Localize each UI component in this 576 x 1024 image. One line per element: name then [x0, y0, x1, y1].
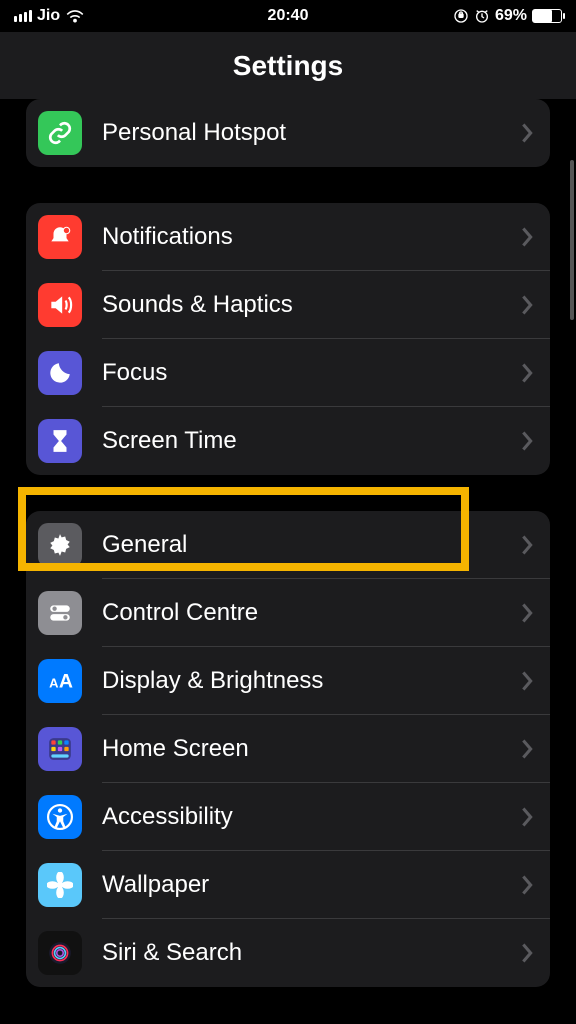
settings-row-home-screen[interactable]: Home Screen [26, 715, 550, 783]
row-label: Display & Brightness [102, 667, 520, 695]
carrier-label: Jio [37, 7, 60, 25]
bell-icon [38, 215, 82, 259]
chevron-right-icon [520, 806, 534, 828]
row-label: Accessibility [102, 803, 520, 831]
settings-row-personal-hotspot[interactable]: Personal Hotspot [26, 99, 550, 167]
battery-fill [533, 10, 552, 22]
scroll-indicator [570, 160, 574, 320]
signal-icon [14, 10, 32, 22]
grid-icon [38, 727, 82, 771]
row-label: Notifications [102, 223, 520, 251]
chevron-right-icon [520, 942, 534, 964]
gear-icon [38, 523, 82, 567]
settings-row-notifications[interactable]: Notifications [26, 203, 550, 271]
row-label: Control Centre [102, 599, 520, 627]
settings-group-general: General Control Centre AA Display & Brightn… [26, 511, 550, 987]
hourglass-icon [38, 419, 82, 463]
chevron-right-icon [520, 874, 534, 896]
link-icon [38, 111, 82, 155]
row-label: Personal Hotspot [102, 119, 520, 147]
speaker-icon [38, 283, 82, 327]
settings-row-sounds-haptics[interactable]: Sounds & Haptics [26, 271, 550, 339]
chevron-right-icon [520, 226, 534, 248]
clock: 20:40 [268, 7, 309, 25]
settings-row-control-centre[interactable]: Control Centre [26, 579, 550, 647]
row-label: Home Screen [102, 735, 520, 763]
row-label: General [102, 531, 520, 559]
row-label: Focus [102, 359, 520, 387]
chevron-right-icon [520, 430, 534, 452]
chevron-right-icon [520, 738, 534, 760]
orientation-lock-icon [453, 8, 469, 24]
battery-icon [532, 9, 562, 23]
flower-icon [38, 863, 82, 907]
chevron-right-icon [520, 670, 534, 692]
battery-pct: 69% [495, 7, 527, 25]
settings-row-screen-time[interactable]: Screen Time [26, 407, 550, 475]
chevron-right-icon [520, 294, 534, 316]
settings-group-connectivity: Personal Hotspot [26, 99, 550, 167]
settings-row-display-brightness[interactable]: AA Display & Brightness [26, 647, 550, 715]
text-size-icon: AA [38, 659, 82, 703]
settings-group-notifications: Notifications Sounds & Haptics Focus Screen… [26, 203, 550, 475]
page-header: Settings [0, 32, 576, 99]
chevron-right-icon [520, 362, 534, 384]
row-label: Wallpaper [102, 871, 520, 899]
svg-text:A: A [49, 676, 59, 691]
chevron-right-icon [520, 122, 534, 144]
moon-icon [38, 351, 82, 395]
settings-row-siri-search[interactable]: Siri & Search [26, 919, 550, 987]
settings-row-focus[interactable]: Focus [26, 339, 550, 407]
status-bar: Jio 20:40 69% [0, 0, 576, 32]
chevron-right-icon [520, 534, 534, 556]
siri-icon [38, 931, 82, 975]
status-right: 69% [453, 7, 562, 25]
alarm-icon [474, 8, 490, 24]
row-label: Siri & Search [102, 939, 520, 967]
svg-text:A: A [59, 671, 73, 693]
accessibility-icon [38, 795, 82, 839]
row-label: Screen Time [102, 427, 520, 455]
status-left: Jio [14, 7, 85, 25]
settings-row-general[interactable]: General [26, 511, 550, 579]
row-label: Sounds & Haptics [102, 291, 520, 319]
settings-row-wallpaper[interactable]: Wallpaper [26, 851, 550, 919]
toggles-icon [38, 591, 82, 635]
settings-content: Personal Hotspot Notifications Sounds & H… [0, 99, 576, 987]
wifi-icon [65, 9, 85, 23]
settings-row-accessibility[interactable]: Accessibility [26, 783, 550, 851]
page-title: Settings [233, 50, 343, 82]
chevron-right-icon [520, 602, 534, 624]
